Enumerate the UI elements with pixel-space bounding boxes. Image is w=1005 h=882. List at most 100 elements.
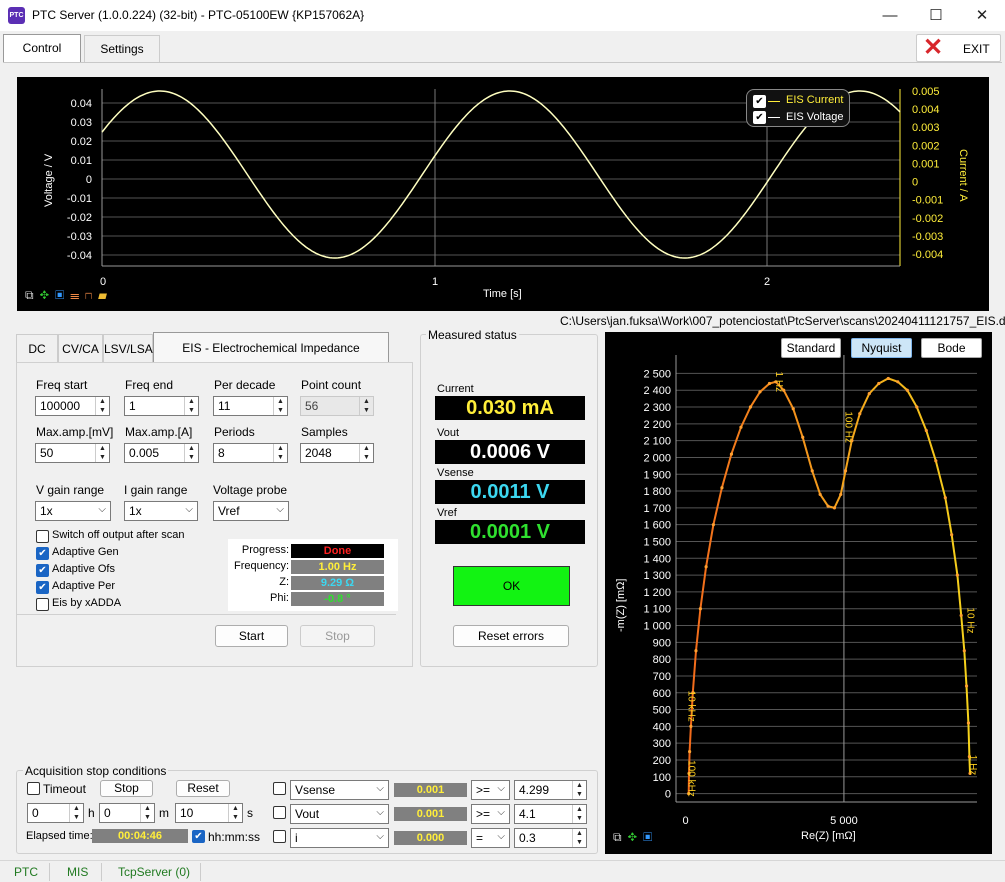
field-input[interactable]: 2048 ▲ ▼: [300, 443, 374, 463]
acq-stop-button[interactable]: Stop: [100, 780, 153, 797]
tab-dc[interactable]: DC: [16, 334, 58, 362]
legend-check-current[interactable]: ✔: [753, 95, 766, 108]
waveform-plot[interactable]: 0.04 0.03 0.02 0.01 0 -0.01 -0.02 -0.03 -0.04 0.0…: [17, 77, 989, 311]
y-tick-label: 1 400: [643, 553, 671, 565]
data-point: [758, 390, 762, 394]
legend-check-voltage[interactable]: ✔: [753, 111, 766, 124]
check-box[interactable]: [36, 530, 49, 543]
condition-checkbox[interactable]: [273, 830, 286, 843]
stop-button[interactable]: Stop: [300, 625, 375, 647]
vgain-select[interactable]: 1x ⌵: [35, 501, 111, 521]
hhmmss-checkbox[interactable]: ✔: [192, 830, 205, 843]
tab-settings[interactable]: Settings: [84, 35, 160, 63]
check-box[interactable]: ✔: [36, 581, 49, 594]
seconds-input[interactable]: 10 ▲ ▼: [175, 803, 243, 823]
save-icon[interactable]: ▣: [55, 288, 70, 302]
condition-checkbox[interactable]: [273, 806, 286, 819]
start-button[interactable]: Start: [215, 625, 288, 647]
step-icon[interactable]: ⊓: [85, 288, 98, 302]
standard-button[interactable]: Standard: [781, 338, 841, 358]
y-tick-label: 1 800: [643, 486, 671, 498]
field-input[interactable]: 11 ▲ ▼: [213, 396, 288, 416]
close-button[interactable]: ✕: [959, 0, 1005, 31]
signal-select[interactable]: i ⌵: [290, 828, 389, 848]
measured-value: 0.0011 V: [435, 480, 585, 504]
spinner-icon[interactable]: ▲ ▼: [359, 397, 373, 415]
tab-cvca[interactable]: CV/CA: [58, 334, 103, 362]
field-value: 1: [129, 399, 136, 413]
y2-tick-label: -0.002: [912, 213, 943, 225]
condition-checkbox[interactable]: [273, 782, 286, 795]
elapsed-label: Elapsed time:: [26, 830, 93, 842]
x-tick-label: 0: [682, 815, 688, 827]
status-divider: [101, 863, 102, 881]
progress-label: Progress:: [241, 544, 289, 556]
data-point: [688, 749, 692, 754]
timeout-checkbox[interactable]: [27, 782, 40, 795]
spinner-icon[interactable]: ▲ ▼: [572, 805, 586, 823]
field-input[interactable]: 100000 ▲ ▼: [35, 396, 110, 416]
tab-eis[interactable]: EIS - Electrochemical Impedance Spectros…: [153, 332, 389, 385]
open-folder-icon[interactable]: ▰: [98, 288, 113, 302]
field-input[interactable]: 8 ▲ ▼: [213, 443, 288, 463]
minimize-button[interactable]: —: [867, 0, 913, 31]
reset-errors-button[interactable]: Reset errors: [453, 625, 569, 647]
igain-select[interactable]: 1x ⌵: [124, 501, 198, 521]
exit-button[interactable]: ✕ EXIT: [916, 34, 1001, 62]
operator-value: =: [476, 831, 484, 845]
spinner-icon[interactable]: ▲ ▼: [95, 444, 109, 462]
signal-select[interactable]: Vsense ⌵: [290, 780, 389, 800]
data-point: [858, 412, 862, 416]
operator-select[interactable]: = ⌵: [471, 828, 510, 848]
spinner-icon[interactable]: ▲ ▼: [95, 397, 109, 415]
spinner-icon[interactable]: ▲ ▼: [228, 804, 242, 822]
field-input[interactable]: 0.005 ▲ ▼: [124, 443, 199, 463]
limit-value: 0.3: [519, 831, 536, 845]
spinner-icon[interactable]: ▲ ▼: [273, 397, 287, 415]
check-box[interactable]: ✔: [36, 547, 49, 560]
bode-button[interactable]: Bode: [921, 338, 982, 358]
spinner-icon[interactable]: ▲ ▼: [572, 781, 586, 799]
acq-reset-button[interactable]: Reset: [176, 780, 230, 797]
operator-select[interactable]: >= ⌵: [471, 804, 510, 824]
spinner-icon[interactable]: ▲ ▼: [572, 829, 586, 847]
limit-input[interactable]: 4.299 ▲ ▼: [514, 780, 587, 800]
operator-select[interactable]: >= ⌵: [471, 780, 510, 800]
spinner-icon[interactable]: ▲ ▼: [359, 444, 373, 462]
exit-icon: ✕: [923, 34, 944, 61]
field-input[interactable]: 56 ▲ ▼: [300, 396, 374, 416]
tab-control[interactable]: Control: [3, 34, 81, 62]
measured-label: Vref: [437, 507, 457, 519]
field-label: Freq start: [36, 378, 88, 392]
copy-icon[interactable]: ⧉: [613, 830, 628, 844]
signal-select[interactable]: Vout ⌵: [290, 804, 389, 824]
nyquist-button[interactable]: Nyquist: [851, 338, 912, 358]
spinner-icon[interactable]: ▲ ▼: [140, 804, 154, 822]
vprobe-select[interactable]: Vref ⌵: [213, 501, 289, 521]
nyquist-plot[interactable]: 2 500 2 400 2 300 2 200 2 100 2 000 1 900 1 800…: [605, 332, 992, 854]
fit-icon[interactable]: ✥: [628, 830, 643, 844]
field-input[interactable]: 1 ▲ ▼: [124, 396, 199, 416]
measured-label: Current: [437, 383, 474, 395]
spinner-icon[interactable]: ▲ ▼: [184, 397, 198, 415]
field-input[interactable]: 50 ▲ ▼: [35, 443, 110, 463]
markers-icon[interactable]: ☰: [70, 288, 85, 302]
spinner-icon[interactable]: ▲ ▼: [184, 444, 198, 462]
save-icon[interactable]: ▣: [643, 830, 658, 844]
check-box[interactable]: [36, 598, 49, 611]
minutes-input[interactable]: 0 ▲ ▼: [99, 803, 155, 823]
copy-icon[interactable]: ⧉: [25, 288, 40, 302]
frequency-annotation: 10 Hz: [964, 607, 975, 633]
spinner-icon[interactable]: ▲ ▼: [273, 444, 287, 462]
fit-icon[interactable]: ✥: [40, 288, 55, 302]
tab-lsvlsa[interactable]: LSV/LSA: [103, 334, 153, 362]
check-box[interactable]: ✔: [36, 564, 49, 577]
y-tick-label: 400: [653, 721, 671, 733]
hours-input[interactable]: 0 ▲ ▼: [27, 803, 84, 823]
limit-input[interactable]: 0.3 ▲ ▼: [514, 828, 587, 848]
maximize-button[interactable]: ☐: [913, 0, 959, 31]
limit-input[interactable]: 4.1 ▲ ▼: [514, 804, 587, 824]
y-tick-label: -0.01: [67, 193, 92, 205]
spinner-icon[interactable]: ▲ ▼: [69, 804, 83, 822]
data-point: [966, 721, 971, 725]
